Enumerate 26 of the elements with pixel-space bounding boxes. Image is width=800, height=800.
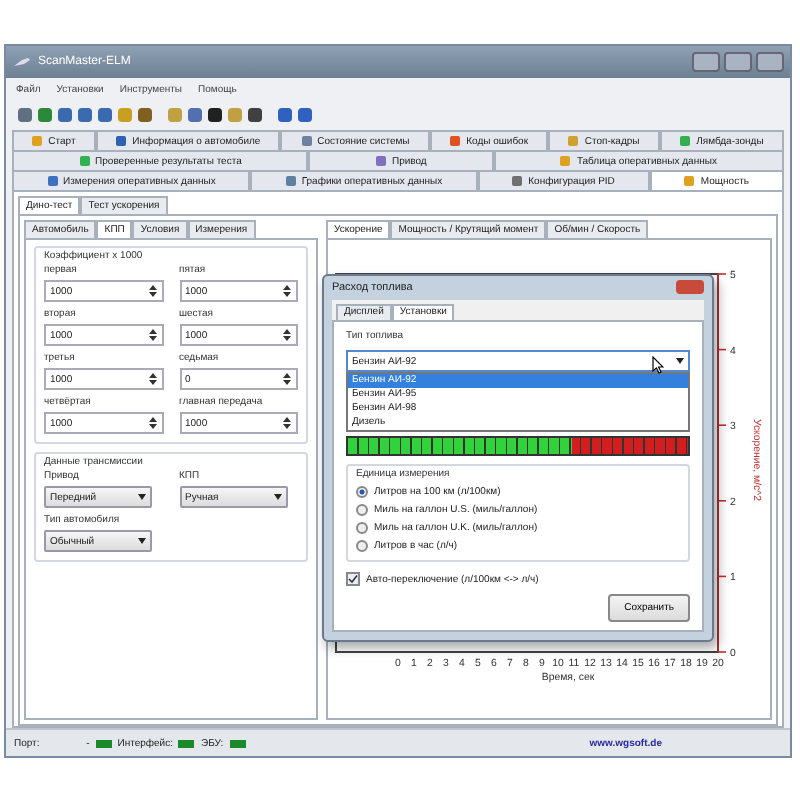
close-button[interactable]	[676, 280, 704, 295]
spinner-arrows-icon[interactable]	[282, 416, 292, 430]
cursor-icon	[652, 356, 664, 374]
spinner-arrows-icon[interactable]	[147, 284, 157, 298]
radio-icon[interactable]	[356, 521, 368, 533]
status-led-icon	[95, 739, 112, 747]
plug-icon	[12, 54, 32, 70]
minimize-button[interactable]	[692, 52, 720, 72]
status-led-icon	[178, 739, 195, 747]
spinner-arrows-icon[interactable]	[147, 372, 157, 386]
caret-icon	[138, 494, 146, 500]
status-led-icon	[229, 739, 246, 747]
spinner-arrows-icon[interactable]	[282, 372, 292, 386]
maximize-button[interactable]	[724, 52, 752, 72]
radio-icon[interactable]	[356, 503, 368, 515]
spinner-arrows-icon[interactable]	[282, 284, 292, 298]
spinner-arrows-icon[interactable]	[147, 328, 157, 342]
caret-icon	[138, 538, 146, 544]
caret-icon	[676, 358, 684, 364]
checkbox-icon[interactable]	[346, 572, 360, 586]
radio-icon[interactable]	[356, 485, 368, 497]
close-button[interactable]	[756, 52, 784, 72]
spinner-arrows-icon[interactable]	[147, 416, 157, 430]
spinner-arrows-icon[interactable]	[282, 328, 292, 342]
radio-icon[interactable]	[356, 539, 368, 551]
caret-icon	[273, 494, 281, 500]
